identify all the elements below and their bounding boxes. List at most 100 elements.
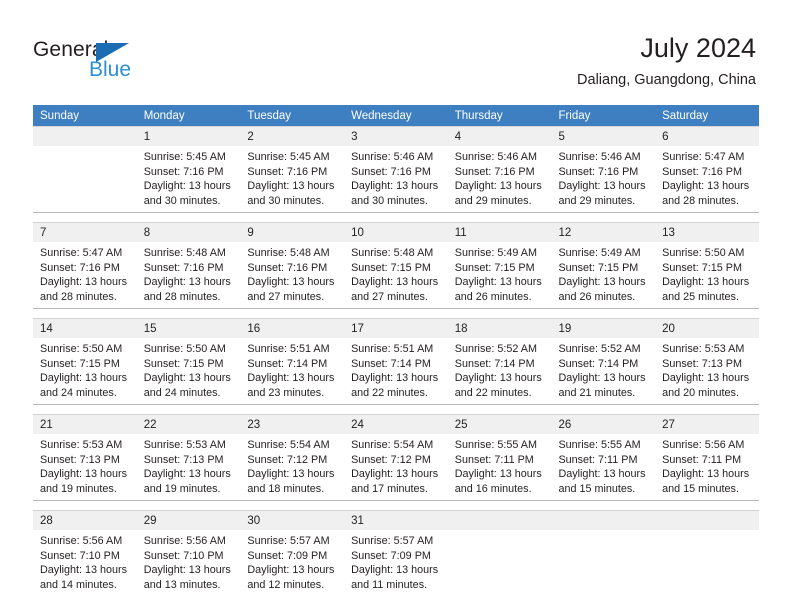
day-info-cell[interactable]: Sunrise: 5:55 AM Sunset: 7:11 PM Dayligh… [447, 434, 552, 501]
day-number-cell[interactable]: 10 [344, 222, 448, 242]
sunrise-text: Sunrise: 5:49 AM [454, 247, 537, 259]
day-number-cell[interactable]: 8 [136, 222, 241, 242]
day-info-cell[interactable]: Sunrise: 5:51 AM Sunset: 7:14 PM Dayligh… [240, 338, 345, 405]
day-number-cell[interactable]: 5 [551, 126, 656, 146]
day-number-cell[interactable]: 11 [447, 222, 552, 242]
weekday-header-row: Sunday Monday Tuesday Wednesday Thursday… [33, 105, 759, 126]
day-number-cell[interactable]: 17 [344, 318, 448, 338]
page-title: July 2024 [640, 33, 756, 63]
day-number-cell[interactable] [655, 510, 759, 530]
day-info-cell[interactable]: Sunrise: 5:48 AM Sunset: 7:15 PM Dayligh… [344, 242, 448, 309]
day-number-cell[interactable] [33, 126, 137, 146]
day-number-cell[interactable]: 15 [136, 318, 241, 338]
day-info-cell[interactable]: Sunrise: 5:49 AM Sunset: 7:15 PM Dayligh… [447, 242, 552, 309]
daylight-text-cont: and 27 minutes. [351, 290, 428, 303]
day-number-cell[interactable]: 26 [551, 414, 656, 434]
day-info-cell[interactable]: Sunrise: 5:53 AM Sunset: 7:13 PM Dayligh… [33, 434, 137, 501]
day-info-cell[interactable] [33, 146, 137, 213]
day-info-cell[interactable]: Sunrise: 5:49 AM Sunset: 7:15 PM Dayligh… [551, 242, 656, 309]
day-info-row: Sunrise: 5:45 AM Sunset: 7:16 PM Dayligh… [33, 146, 759, 213]
sunrise-text: Sunrise: 5:46 AM [454, 151, 537, 163]
day-info-cell[interactable]: Sunrise: 5:47 AM Sunset: 7:16 PM Dayligh… [33, 242, 137, 309]
sunset-text: Sunset: 7:10 PM [143, 549, 224, 562]
sunrise-text: Sunrise: 5:48 AM [247, 247, 330, 259]
day-number-cell[interactable]: 21 [33, 414, 137, 434]
sunset-text: Sunset: 7:15 PM [143, 357, 224, 370]
day-info-cell[interactable]: Sunrise: 5:48 AM Sunset: 7:16 PM Dayligh… [240, 242, 345, 309]
day-number-cell[interactable]: 1 [136, 126, 241, 146]
daylight-text: Daylight: 13 hours [247, 468, 335, 481]
day-number-cell[interactable] [551, 510, 656, 530]
day-info-cell[interactable]: Sunrise: 5:51 AM Sunset: 7:14 PM Dayligh… [344, 338, 448, 405]
daylight-text-cont: and 13 minutes. [143, 578, 221, 591]
sunset-text: Sunset: 7:11 PM [558, 453, 638, 466]
day-info-cell[interactable]: Sunrise: 5:50 AM Sunset: 7:15 PM Dayligh… [33, 338, 137, 405]
day-number-cell[interactable]: 28 [33, 510, 137, 530]
day-number-cell[interactable] [447, 510, 552, 530]
general-blue-logo[interactable]: General Blue [33, 38, 173, 84]
sunset-text: Sunset: 7:11 PM [454, 453, 534, 466]
day-number-cell[interactable]: 6 [655, 126, 759, 146]
day-number-cell[interactable]: 7 [33, 222, 137, 242]
day-info-cell[interactable] [447, 530, 552, 596]
day-number-cell[interactable]: 24 [344, 414, 448, 434]
day-number-cell[interactable]: 29 [136, 510, 241, 530]
day-info-cell[interactable]: Sunrise: 5:57 AM Sunset: 7:09 PM Dayligh… [344, 530, 448, 596]
day-number-cell[interactable]: 14 [33, 318, 137, 338]
day-info-cell[interactable]: Sunrise: 5:45 AM Sunset: 7:16 PM Dayligh… [240, 146, 345, 213]
day-info-cell[interactable]: Sunrise: 5:46 AM Sunset: 7:16 PM Dayligh… [551, 146, 656, 213]
day-number-cell[interactable]: 25 [447, 414, 552, 434]
day-number-cell[interactable]: 23 [240, 414, 345, 434]
day-info-cell[interactable]: Sunrise: 5:53 AM Sunset: 7:13 PM Dayligh… [136, 434, 241, 501]
day-number-row: 1 2 3 4 5 6 [33, 126, 759, 146]
day-info-cell[interactable]: Sunrise: 5:54 AM Sunset: 7:12 PM Dayligh… [344, 434, 448, 501]
sunrise-text: Sunrise: 5:50 AM [662, 247, 745, 259]
sunset-text: Sunset: 7:13 PM [143, 453, 224, 466]
sunrise-text: Sunrise: 5:52 AM [454, 343, 537, 355]
weekday-header-thursday: Thursday [447, 105, 552, 126]
day-number-cell[interactable]: 20 [655, 318, 759, 338]
sunrise-text: Sunrise: 5:49 AM [558, 247, 641, 259]
day-number-cell[interactable]: 18 [447, 318, 552, 338]
daylight-text: Daylight: 13 hours [454, 372, 542, 385]
sunset-text: Sunset: 7:16 PM [454, 165, 535, 178]
day-info-cell[interactable]: Sunrise: 5:54 AM Sunset: 7:12 PM Dayligh… [240, 434, 345, 501]
day-info-cell[interactable]: Sunrise: 5:48 AM Sunset: 7:16 PM Dayligh… [136, 242, 241, 309]
day-info-row: Sunrise: 5:53 AM Sunset: 7:13 PM Dayligh… [33, 434, 759, 501]
day-number-cell[interactable]: 9 [240, 222, 345, 242]
day-info-cell[interactable]: Sunrise: 5:52 AM Sunset: 7:14 PM Dayligh… [447, 338, 552, 405]
day-number-cell[interactable]: 19 [551, 318, 656, 338]
day-info-cell[interactable]: Sunrise: 5:53 AM Sunset: 7:13 PM Dayligh… [655, 338, 759, 405]
day-number-cell[interactable]: 16 [240, 318, 345, 338]
day-info-cell[interactable]: Sunrise: 5:52 AM Sunset: 7:14 PM Dayligh… [551, 338, 656, 405]
day-info-cell[interactable]: Sunrise: 5:50 AM Sunset: 7:15 PM Dayligh… [136, 338, 241, 405]
day-info-cell[interactable] [551, 530, 656, 596]
day-info-cell[interactable]: Sunrise: 5:56 AM Sunset: 7:11 PM Dayligh… [655, 434, 759, 501]
day-info-cell[interactable]: Sunrise: 5:56 AM Sunset: 7:10 PM Dayligh… [33, 530, 137, 596]
day-info-cell[interactable]: Sunrise: 5:56 AM Sunset: 7:10 PM Dayligh… [136, 530, 241, 596]
day-number-cell[interactable]: 2 [240, 126, 345, 146]
day-info-cell[interactable]: Sunrise: 5:45 AM Sunset: 7:16 PM Dayligh… [136, 146, 241, 213]
day-number-cell[interactable]: 31 [344, 510, 448, 530]
day-number-cell[interactable]: 13 [655, 222, 759, 242]
day-number-cell[interactable]: 30 [240, 510, 345, 530]
day-info-cell[interactable]: Sunrise: 5:46 AM Sunset: 7:16 PM Dayligh… [344, 146, 448, 213]
daylight-text: Daylight: 13 hours [351, 276, 439, 289]
day-number-row: 21 22 23 24 25 26 27 [33, 414, 759, 434]
day-number-cell[interactable]: 4 [447, 126, 552, 146]
day-info-cell[interactable]: Sunrise: 5:55 AM Sunset: 7:11 PM Dayligh… [551, 434, 656, 501]
week-separator [33, 404, 759, 415]
day-number-cell[interactable]: 3 [344, 126, 448, 146]
day-number-cell[interactable]: 27 [655, 414, 759, 434]
day-number-cell[interactable]: 12 [551, 222, 656, 242]
sunset-text: Sunset: 7:09 PM [247, 549, 328, 562]
day-number-cell[interactable]: 22 [136, 414, 241, 434]
day-info-cell[interactable]: Sunrise: 5:57 AM Sunset: 7:09 PM Dayligh… [240, 530, 345, 596]
day-info-cell[interactable] [655, 530, 759, 596]
daylight-text-cont: and 28 minutes. [662, 194, 739, 207]
day-info-cell[interactable]: Sunrise: 5:50 AM Sunset: 7:15 PM Dayligh… [655, 242, 759, 309]
daylight-text: Daylight: 13 hours [662, 372, 750, 385]
day-info-row: Sunrise: 5:56 AM Sunset: 7:10 PM Dayligh… [33, 530, 759, 596]
day-info-cell[interactable]: Sunrise: 5:46 AM Sunset: 7:16 PM Dayligh… [447, 146, 552, 213]
day-info-cell[interactable]: Sunrise: 5:47 AM Sunset: 7:16 PM Dayligh… [655, 146, 759, 213]
